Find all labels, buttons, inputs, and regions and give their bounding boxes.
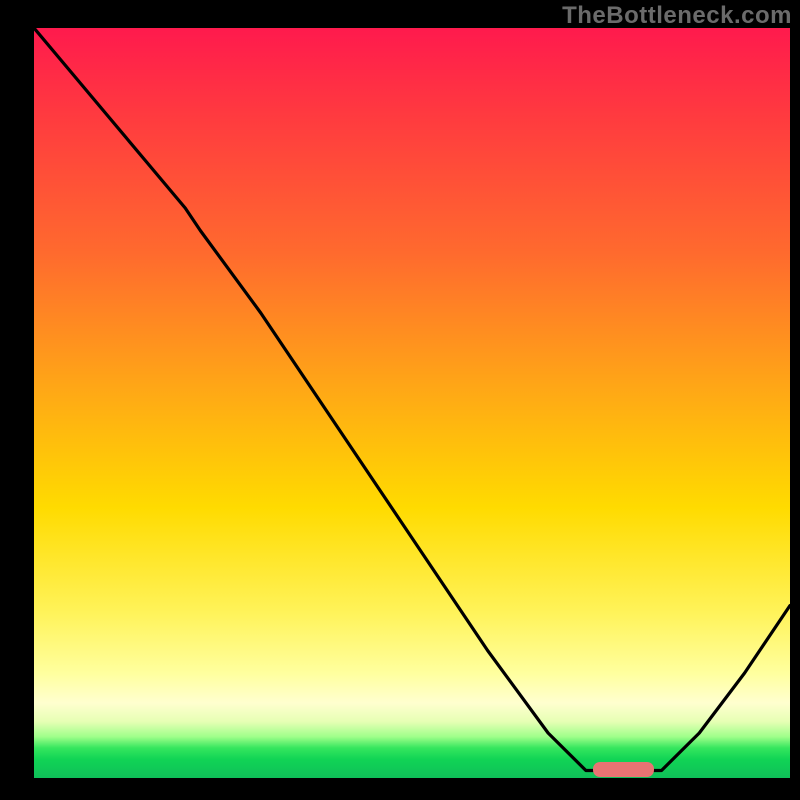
curve-path [34,28,790,771]
optimum-marker [593,762,653,777]
plot-area [34,28,790,778]
chart-frame: TheBottleneck.com [0,0,800,800]
bottleneck-curve [34,28,790,778]
watermark-text: TheBottleneck.com [562,2,792,30]
